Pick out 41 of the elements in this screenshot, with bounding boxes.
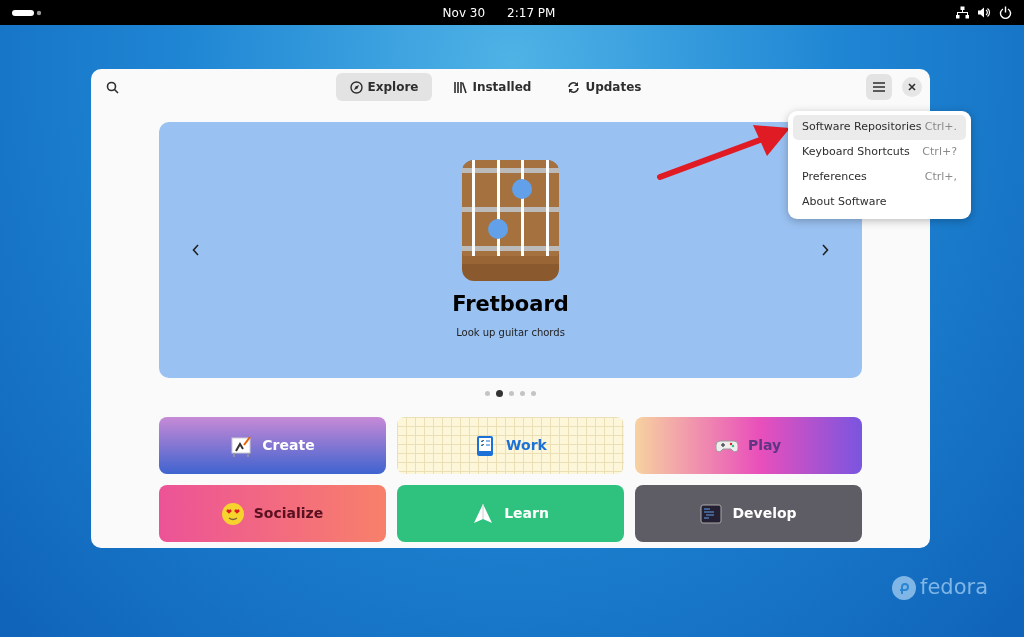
menu-button[interactable]: [866, 74, 892, 100]
terminal-icon: [700, 502, 723, 525]
close-icon: [908, 83, 916, 91]
clock-date[interactable]: Nov 30: [442, 3, 486, 22]
shortcut-text: Ctrl+?: [922, 144, 957, 161]
carousel-dot[interactable]: [485, 391, 490, 396]
carousel-dot[interactable]: [531, 391, 536, 396]
volume-icon[interactable]: [977, 6, 991, 19]
carousel-dot[interactable]: [520, 391, 525, 396]
network-icon[interactable]: [956, 6, 969, 19]
tab[interactable]: Installed: [440, 73, 546, 101]
tab[interactable]: Explore: [335, 73, 433, 101]
chevron-left-icon: [192, 244, 200, 256]
menu-icon: [873, 82, 885, 92]
power-icon[interactable]: [999, 6, 1012, 19]
tab[interactable]: Updates: [553, 73, 656, 101]
workspace-indicator-icon[interactable]: [12, 8, 42, 17]
category-tile[interactable]: Socialize: [159, 485, 386, 542]
smiley-icon: [221, 502, 244, 525]
category-tile[interactable]: Develop: [635, 485, 862, 542]
category-tile[interactable]: Create: [159, 417, 386, 474]
fedora-logo-icon: [892, 575, 916, 600]
desktop-logo-text: fedora: [920, 574, 988, 601]
refresh-icon: [567, 80, 581, 94]
category-tile[interactable]: Work: [397, 417, 624, 474]
app-title: Fretboard: [452, 291, 569, 319]
paper-plane-icon: [472, 502, 495, 525]
easel-icon: [230, 434, 253, 457]
fretboard-app-icon: [462, 160, 559, 282]
search-icon: [105, 80, 119, 94]
carousel-dot[interactable]: [496, 390, 503, 397]
carousel-dot[interactable]: [509, 391, 514, 396]
clock-time[interactable]: 2:17 PM: [507, 3, 556, 22]
chevron-right-icon: [821, 244, 829, 256]
app-description: Look up guitar chords: [456, 325, 565, 340]
menu-item[interactable]: Software Repositories Ctrl+.: [793, 115, 966, 140]
compass-icon: [349, 80, 363, 94]
books-icon: [454, 80, 468, 94]
shortcut-text: Ctrl+.: [924, 119, 957, 136]
close-button[interactable]: [902, 77, 922, 97]
shortcut-text: Ctrl+,: [924, 169, 957, 186]
